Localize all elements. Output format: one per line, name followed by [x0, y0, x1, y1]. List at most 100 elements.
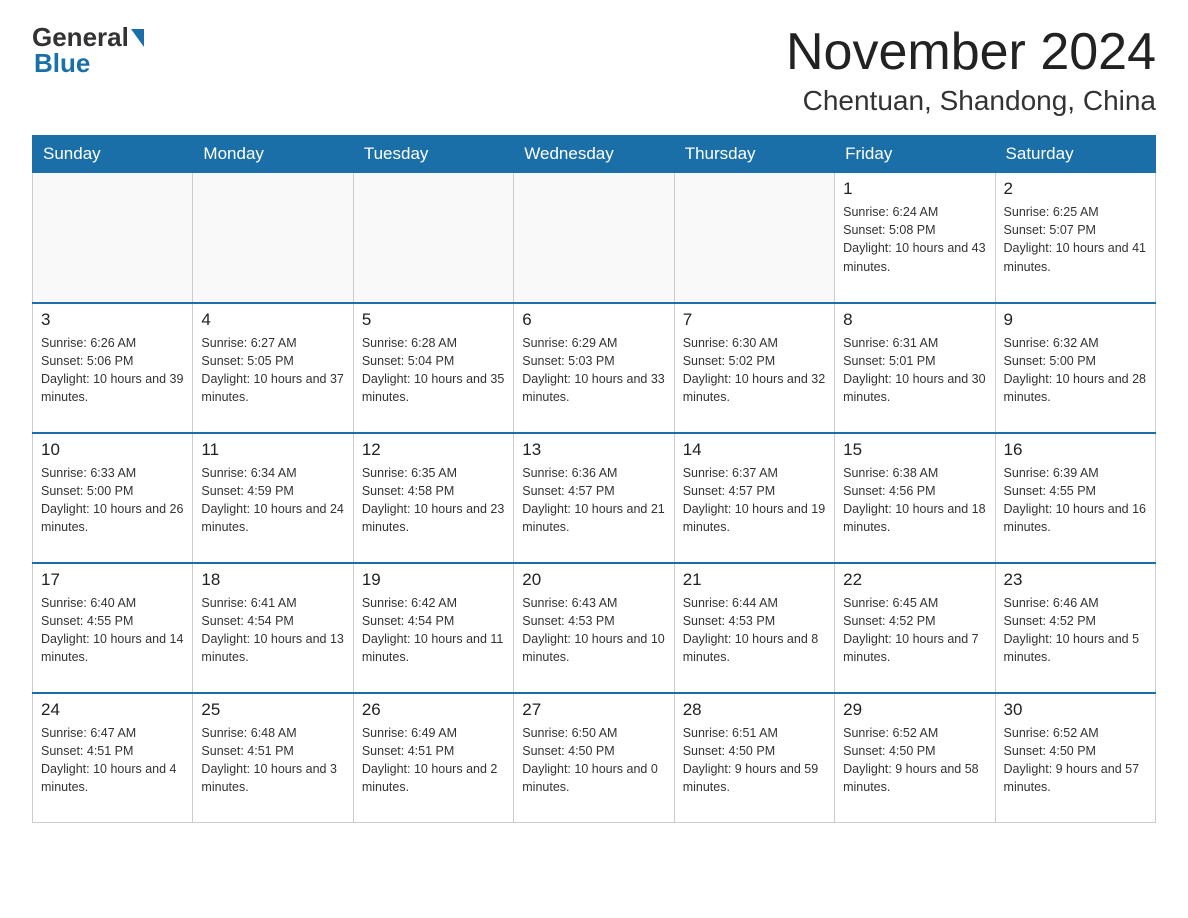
day-info: Sunrise: 6:27 AMSunset: 5:05 PMDaylight:…	[201, 334, 344, 407]
table-row: 26 Sunrise: 6:49 AMSunset: 4:51 PMDayligh…	[353, 693, 513, 823]
logo-general-text: General	[32, 24, 129, 50]
day-info: Sunrise: 6:50 AMSunset: 4:50 PMDaylight:…	[522, 724, 665, 797]
table-row: 23 Sunrise: 6:46 AMSunset: 4:52 PMDayligh…	[995, 563, 1155, 693]
day-info: Sunrise: 6:25 AMSunset: 5:07 PMDaylight:…	[1004, 203, 1147, 276]
table-row	[193, 173, 353, 303]
day-number: 10	[41, 440, 184, 460]
table-row: 27 Sunrise: 6:50 AMSunset: 4:50 PMDayligh…	[514, 693, 674, 823]
day-number: 15	[843, 440, 986, 460]
day-number: 6	[522, 310, 665, 330]
table-row: 19 Sunrise: 6:42 AMSunset: 4:54 PMDayligh…	[353, 563, 513, 693]
col-tuesday: Tuesday	[353, 136, 513, 173]
table-row: 17Sunrise: 6:40 AMSunset: 4:55 PMDayligh…	[33, 563, 193, 693]
calendar-week-row: 3 Sunrise: 6:26 AMSunset: 5:06 PMDaylight…	[33, 303, 1156, 433]
table-row: 14 Sunrise: 6:37 AMSunset: 4:57 PMDayligh…	[674, 433, 834, 563]
day-number: 24	[41, 700, 184, 720]
day-number: 19	[362, 570, 505, 590]
table-row: 3 Sunrise: 6:26 AMSunset: 5:06 PMDaylight…	[33, 303, 193, 433]
day-info: Sunrise: 6:45 AMSunset: 4:52 PMDaylight:…	[843, 594, 986, 667]
table-row: 13 Sunrise: 6:36 AMSunset: 4:57 PMDayligh…	[514, 433, 674, 563]
day-number: 27	[522, 700, 665, 720]
col-saturday: Saturday	[995, 136, 1155, 173]
day-info: Sunrise: 6:30 AMSunset: 5:02 PMDaylight:…	[683, 334, 826, 407]
day-number: 4	[201, 310, 344, 330]
day-number: 11	[201, 440, 344, 460]
table-row: 12 Sunrise: 6:35 AMSunset: 4:58 PMDayligh…	[353, 433, 513, 563]
day-number: 14	[683, 440, 826, 460]
table-row: 16Sunrise: 6:39 AMSunset: 4:55 PMDayligh…	[995, 433, 1155, 563]
day-number: 13	[522, 440, 665, 460]
day-info: Sunrise: 6:35 AMSunset: 4:58 PMDaylight:…	[362, 464, 505, 537]
day-info: Sunrise: 6:32 AMSunset: 5:00 PMDaylight:…	[1004, 334, 1147, 407]
day-number: 9	[1004, 310, 1147, 330]
day-number: 30	[1004, 700, 1147, 720]
logo-top: General	[32, 24, 144, 50]
day-info: Sunrise: 6:26 AMSunset: 5:06 PMDaylight:…	[41, 334, 184, 407]
day-number: 3	[41, 310, 184, 330]
day-info: Sunrise: 6:46 AMSunset: 4:52 PMDaylight:…	[1004, 594, 1147, 667]
table-row: 8 Sunrise: 6:31 AMSunset: 5:01 PMDaylight…	[835, 303, 995, 433]
day-info: Sunrise: 6:52 AMSunset: 4:50 PMDaylight:…	[843, 724, 986, 797]
table-row: 5Sunrise: 6:28 AMSunset: 5:04 PMDaylight…	[353, 303, 513, 433]
col-thursday: Thursday	[674, 136, 834, 173]
day-number: 21	[683, 570, 826, 590]
calendar-week-row: 17Sunrise: 6:40 AMSunset: 4:55 PMDayligh…	[33, 563, 1156, 693]
day-info: Sunrise: 6:29 AMSunset: 5:03 PMDaylight:…	[522, 334, 665, 407]
day-number: 22	[843, 570, 986, 590]
table-row: 9 Sunrise: 6:32 AMSunset: 5:00 PMDaylight…	[995, 303, 1155, 433]
table-row: 20 Sunrise: 6:43 AMSunset: 4:53 PMDayligh…	[514, 563, 674, 693]
day-number: 2	[1004, 179, 1147, 199]
day-number: 20	[522, 570, 665, 590]
day-number: 26	[362, 700, 505, 720]
table-row: 4 Sunrise: 6:27 AMSunset: 5:05 PMDaylight…	[193, 303, 353, 433]
day-info: Sunrise: 6:43 AMSunset: 4:53 PMDaylight:…	[522, 594, 665, 667]
table-row: 15 Sunrise: 6:38 AMSunset: 4:56 PMDayligh…	[835, 433, 995, 563]
day-number: 8	[843, 310, 986, 330]
calendar-week-row: 10 Sunrise: 6:33 AMSunset: 5:00 PMDayligh…	[33, 433, 1156, 563]
day-number: 18	[201, 570, 344, 590]
logo-arrow-icon	[131, 29, 144, 47]
table-row	[674, 173, 834, 303]
day-info: Sunrise: 6:34 AMSunset: 4:59 PMDaylight:…	[201, 464, 344, 537]
day-number: 5	[362, 310, 505, 330]
logo: General Blue	[32, 24, 144, 79]
day-info: Sunrise: 6:52 AMSunset: 4:50 PMDaylight:…	[1004, 724, 1147, 797]
table-row: 1 Sunrise: 6:24 AMSunset: 5:08 PMDaylight…	[835, 173, 995, 303]
day-info: Sunrise: 6:44 AMSunset: 4:53 PMDaylight:…	[683, 594, 826, 667]
day-info: Sunrise: 6:39 AMSunset: 4:55 PMDaylight:…	[1004, 464, 1147, 537]
day-number: 7	[683, 310, 826, 330]
day-info: Sunrise: 6:33 AMSunset: 5:00 PMDaylight:…	[41, 464, 184, 537]
day-number: 23	[1004, 570, 1147, 590]
day-info: Sunrise: 6:37 AMSunset: 4:57 PMDaylight:…	[683, 464, 826, 537]
day-info: Sunrise: 6:31 AMSunset: 5:01 PMDaylight:…	[843, 334, 986, 407]
day-number: 28	[683, 700, 826, 720]
table-row	[514, 173, 674, 303]
table-row: 29 Sunrise: 6:52 AMSunset: 4:50 PMDayligh…	[835, 693, 995, 823]
day-info: Sunrise: 6:24 AMSunset: 5:08 PMDaylight:…	[843, 203, 986, 276]
table-row: 10 Sunrise: 6:33 AMSunset: 5:00 PMDayligh…	[33, 433, 193, 563]
page-header: General Blue November 2024 Chentuan, Sha…	[32, 24, 1156, 117]
day-info: Sunrise: 6:42 AMSunset: 4:54 PMDaylight:…	[362, 594, 505, 667]
table-row: 2 Sunrise: 6:25 AMSunset: 5:07 PMDaylight…	[995, 173, 1155, 303]
table-row: 22 Sunrise: 6:45 AMSunset: 4:52 PMDayligh…	[835, 563, 995, 693]
calendar-week-row: 1 Sunrise: 6:24 AMSunset: 5:08 PMDaylight…	[33, 173, 1156, 303]
calendar-title: November 2024	[786, 24, 1156, 81]
day-info: Sunrise: 6:41 AMSunset: 4:54 PMDaylight:…	[201, 594, 344, 667]
day-number: 1	[843, 179, 986, 199]
day-info: Sunrise: 6:49 AMSunset: 4:51 PMDaylight:…	[362, 724, 505, 797]
table-row	[33, 173, 193, 303]
title-block: November 2024 Chentuan, Shandong, China	[786, 24, 1156, 117]
day-number: 25	[201, 700, 344, 720]
col-friday: Friday	[835, 136, 995, 173]
day-number: 12	[362, 440, 505, 460]
logo-blue-text: Blue	[34, 48, 90, 79]
calendar-header-row: Sunday Monday Tuesday Wednesday Thursday…	[33, 136, 1156, 173]
day-info: Sunrise: 6:40 AMSunset: 4:55 PMDaylight:…	[41, 594, 184, 667]
table-row	[353, 173, 513, 303]
day-info: Sunrise: 6:36 AMSunset: 4:57 PMDaylight:…	[522, 464, 665, 537]
table-row: 30 Sunrise: 6:52 AMSunset: 4:50 PMDayligh…	[995, 693, 1155, 823]
day-info: Sunrise: 6:47 AMSunset: 4:51 PMDaylight:…	[41, 724, 184, 797]
table-row: 6 Sunrise: 6:29 AMSunset: 5:03 PMDaylight…	[514, 303, 674, 433]
day-info: Sunrise: 6:38 AMSunset: 4:56 PMDaylight:…	[843, 464, 986, 537]
day-number: 29	[843, 700, 986, 720]
